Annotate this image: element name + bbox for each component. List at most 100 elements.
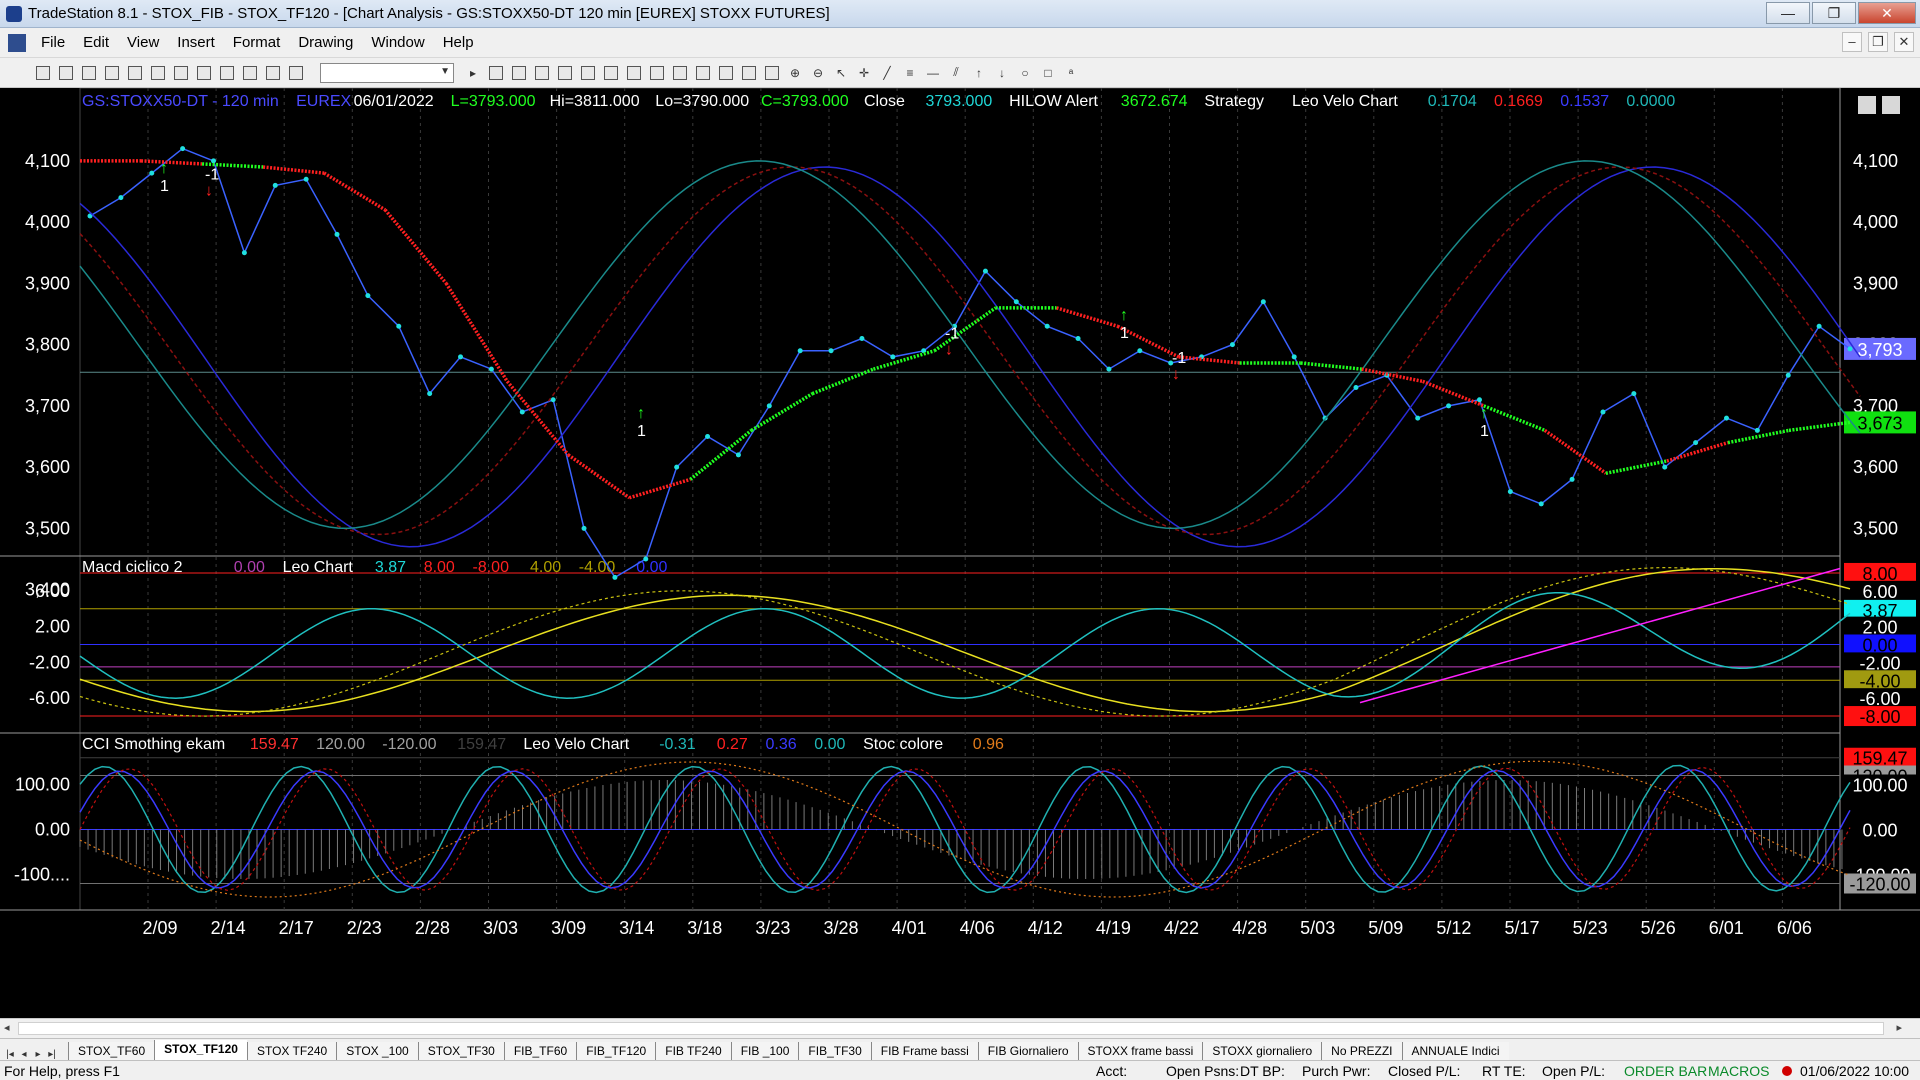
scanner-icon[interactable]	[602, 64, 620, 82]
workspace-tab[interactable]: FIB_TF120	[576, 1042, 656, 1060]
mdi-restore-button[interactable]: ❐	[1868, 32, 1888, 52]
find-icon[interactable]	[487, 64, 505, 82]
grid-icon[interactable]	[671, 64, 689, 82]
fibonacci-tool-icon[interactable]: ≡	[901, 64, 919, 82]
workspace-tab[interactable]: FIB _100	[730, 1042, 799, 1060]
minimize-button[interactable]: —	[1766, 2, 1810, 24]
menu-file[interactable]: File	[32, 34, 74, 51]
print-preview-icon[interactable]	[172, 64, 190, 82]
trendline-tool-icon[interactable]: ╱	[878, 64, 896, 82]
macros-indicator[interactable]: MACROS	[1708, 1063, 1769, 1079]
new-file-icon[interactable]	[34, 64, 52, 82]
symbol-input[interactable]	[320, 62, 454, 83]
time-tick-label: 3/09	[551, 918, 586, 938]
optionstation-icon[interactable]	[579, 64, 597, 82]
save-workspace-icon[interactable]	[126, 64, 144, 82]
news-icon[interactable]	[694, 64, 712, 82]
hilow-alert-segment	[811, 367, 875, 396]
play-icon[interactable]: ▸	[464, 64, 482, 82]
paint-icon[interactable]	[264, 64, 282, 82]
tab-last-icon[interactable]: ▸|	[46, 1049, 58, 1060]
scroll-left-icon[interactable]: ◂	[4, 1021, 10, 1034]
workspace-tab[interactable]: FIB Giornaliero	[977, 1042, 1078, 1060]
matrix-icon[interactable]	[556, 64, 574, 82]
cci-header-value: 0.00	[814, 736, 845, 753]
arrow-down-tool-icon[interactable]: ↓	[993, 64, 1011, 82]
workspace-tab[interactable]: No PREZZI	[1321, 1042, 1402, 1060]
workspace-tab[interactable]: STOX_TF30	[417, 1042, 504, 1060]
channel-tool-icon[interactable]: ⫽	[947, 64, 965, 82]
workspace-tab[interactable]: FIB_TF30	[798, 1042, 871, 1060]
close-price-point	[550, 397, 556, 403]
arrow-up-tool-icon[interactable]: ↑	[970, 64, 988, 82]
pointer-icon[interactable]: ↖	[832, 64, 850, 82]
cut-icon[interactable]	[195, 64, 213, 82]
time-tick-label: 3/28	[823, 918, 858, 938]
radarscreen-icon[interactable]	[533, 64, 551, 82]
close-price-point	[1816, 323, 1822, 329]
close-price-line	[89, 147, 1851, 579]
horizontal-scrollbar[interactable]: ◂ ▸	[0, 1018, 1920, 1038]
order-entry-icon[interactable]	[625, 64, 643, 82]
horizontal-line-icon[interactable]: —	[924, 64, 942, 82]
price-axis-label-left: 4,000	[25, 212, 70, 232]
scroll-right-icon[interactable]: ▸	[1896, 1021, 1902, 1034]
workspace-tab[interactable]: ANNUALE Indici	[1401, 1042, 1509, 1060]
save-icon[interactable]	[103, 64, 121, 82]
zoom-in-icon[interactable]: ⊕	[786, 64, 804, 82]
menu-help[interactable]: Help	[434, 34, 483, 51]
tab-first-icon[interactable]: |◂	[4, 1049, 16, 1060]
rectangle-tool-icon[interactable]: □	[1039, 64, 1057, 82]
price-panel-header-item: Strategy	[1204, 93, 1264, 110]
workspace-tab[interactable]: STOX_TF120	[154, 1040, 247, 1060]
workspace-tab[interactable]: STOX TF240	[246, 1042, 337, 1060]
menu-view[interactable]: View	[118, 34, 168, 51]
menu-format[interactable]: Format	[224, 34, 290, 51]
account-icon[interactable]	[648, 64, 666, 82]
connection-status-icon	[1782, 1066, 1792, 1076]
tab-next-icon[interactable]: ▸	[32, 1049, 44, 1060]
candlestick-icon[interactable]	[740, 64, 758, 82]
workspace-tab[interactable]: STOXX frame bassi	[1077, 1042, 1203, 1060]
strategy-icon[interactable]	[287, 64, 305, 82]
mdi-minimize-button[interactable]: –	[1842, 32, 1862, 52]
workspace-tab[interactable]: FIB_TF60	[503, 1042, 577, 1060]
ellipse-tool-icon[interactable]: ○	[1016, 64, 1034, 82]
menu-edit[interactable]: Edit	[74, 34, 118, 51]
maximize-button[interactable]: ❐	[1812, 2, 1856, 24]
mdi-close-button[interactable]: ✕	[1894, 32, 1914, 52]
copy-icon[interactable]	[218, 64, 236, 82]
open-icon[interactable]	[80, 64, 98, 82]
workspace-tab[interactable]: FIB TF240	[655, 1042, 731, 1060]
order-bar-indicator[interactable]: ORDER BAR	[1624, 1063, 1707, 1079]
crosshair-icon[interactable]: ✛	[855, 64, 873, 82]
text-tool-icon[interactable]: ᵃ	[1062, 64, 1080, 82]
menu-insert[interactable]: Insert	[168, 34, 224, 51]
print-icon[interactable]	[149, 64, 167, 82]
workspace-tab[interactable]: STOXX giornaliero	[1202, 1042, 1322, 1060]
lock-icon[interactable]	[241, 64, 259, 82]
line-chart-icon[interactable]	[763, 64, 781, 82]
strategy-marker-label: -1	[205, 166, 219, 183]
menu-window[interactable]: Window	[362, 34, 433, 51]
chart-analysis-window[interactable]: .lbl { font-family: "Liberation Sans", s…	[0, 88, 1920, 1018]
zoom-out-icon[interactable]: ⊖	[809, 64, 827, 82]
chart-analysis-icon[interactable]	[510, 64, 528, 82]
menu-drawing[interactable]: Drawing	[289, 34, 362, 51]
hilow-alert-segment	[1543, 428, 1607, 475]
bar-chart-icon[interactable]	[717, 64, 735, 82]
workspace-tab[interactable]: FIB Frame bassi	[870, 1042, 978, 1060]
workspace-tab[interactable]: STOX _100	[336, 1042, 418, 1060]
price-chart[interactable]: .lbl { font-family: "Liberation Sans", s…	[0, 88, 1920, 1018]
window-controls: — ❐ ✕	[1766, 2, 1916, 24]
hilow-alert-segment	[140, 159, 203, 166]
buy-arrow-icon: ↑	[1480, 405, 1488, 422]
open-workspace-icon[interactable]	[57, 64, 75, 82]
chart-window-icon[interactable]	[8, 33, 26, 52]
close-button[interactable]: ✕	[1858, 2, 1916, 24]
close-price-point	[797, 348, 803, 354]
scroll-thumb[interactable]	[18, 1022, 1884, 1035]
time-tick-label: 6/06	[1777, 918, 1812, 938]
workspace-tab[interactable]: STOX_TF60	[68, 1042, 155, 1060]
tab-prev-icon[interactable]: ◂	[18, 1049, 30, 1060]
